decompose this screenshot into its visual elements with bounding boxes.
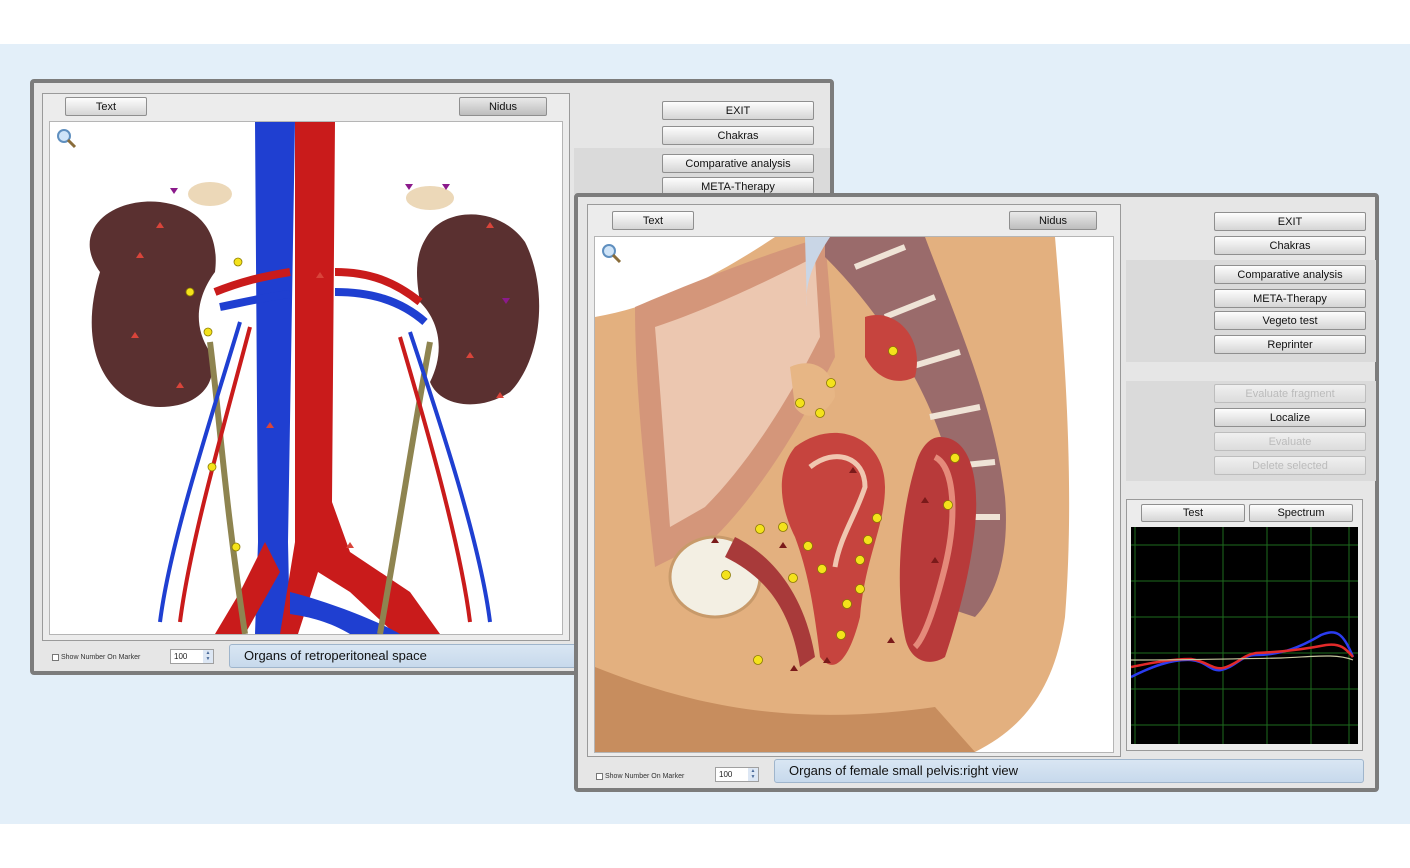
anatomy-canvas[interactable] <box>49 121 563 635</box>
spectrum-graph <box>1130 527 1358 744</box>
marker-number-spinbox-right[interactable]: 100 ▲ ▼ <box>715 767 759 782</box>
spectrum-button[interactable]: Spectrum <box>1249 504 1353 522</box>
spin-arrows-icon-right[interactable]: ▲ ▼ <box>748 768 758 781</box>
spectrum-panel: Test Spectrum <box>1126 499 1363 751</box>
spectrum-line-blue <box>1130 631 1355 679</box>
adrenal-right <box>406 186 454 210</box>
show-number-label: Show Number On Marker <box>61 654 141 661</box>
nidus-button[interactable]: Nidus <box>459 97 547 116</box>
show-number-checkbox-row[interactable]: Show Number On Marker <box>52 654 140 661</box>
localize-button[interactable]: Localize <box>1214 408 1366 427</box>
comparative-analysis-button-right[interactable]: Comparative analysis <box>1214 265 1366 284</box>
pelvis-illustration <box>595 237 1070 752</box>
delete-selected-button[interactable]: Delete selected <box>1214 456 1366 475</box>
text-button[interactable]: Text <box>65 97 147 116</box>
adrenal-left <box>188 182 232 206</box>
text-button-right[interactable]: Text <box>612 211 694 230</box>
chakras-button-right[interactable]: Chakras <box>1214 236 1366 255</box>
evaluate-fragment-button[interactable]: Evaluate fragment <box>1214 384 1366 403</box>
zoom-icon[interactable] <box>56 128 78 150</box>
ureter-left <box>207 341 248 634</box>
spin-arrows-icon[interactable]: ▲ ▼ <box>203 650 213 663</box>
spin-value: 100 <box>174 652 188 661</box>
vegeto-test-button[interactable]: Vegeto test <box>1214 311 1366 330</box>
zoom-icon-right[interactable] <box>601 243 623 265</box>
spectrum-plot <box>1130 527 1358 744</box>
female-pelvis-window: Text Nidus EXIT Chakras Comparative anal… <box>574 193 1379 792</box>
exit-button[interactable]: EXIT <box>662 101 814 120</box>
marker-number-spinbox[interactable]: 100 ▲ ▼ <box>170 649 214 664</box>
organ-caption-right: Organs of female small pelvis:right view <box>774 759 1364 783</box>
exit-button-right[interactable]: EXIT <box>1214 212 1366 231</box>
kidney-right <box>417 214 540 405</box>
reprinter-button[interactable]: Reprinter <box>1214 335 1366 354</box>
graph-grid <box>1131 527 1358 744</box>
test-button[interactable]: Test <box>1141 504 1245 522</box>
show-number-label-right: Show Number On Marker <box>605 773 685 780</box>
show-number-checkbox[interactable] <box>52 654 59 661</box>
comparative-analysis-button[interactable]: Comparative analysis <box>662 154 814 173</box>
chakras-button[interactable]: Chakras <box>662 126 814 145</box>
show-number-checkbox-right[interactable] <box>596 773 603 780</box>
viewer-panel-right: Text Nidus <box>587 204 1121 757</box>
viewer-panel: Text Nidus <box>42 93 570 641</box>
kidney-left <box>89 201 216 407</box>
meta-therapy-button-right[interactable]: META-Therapy <box>1214 289 1366 308</box>
nidus-button-right[interactable]: Nidus <box>1009 211 1097 230</box>
spin-value-right: 100 <box>719 770 733 779</box>
pelvis-canvas[interactable] <box>594 236 1114 753</box>
evaluate-button[interactable]: Evaluate <box>1214 432 1366 451</box>
retroperitoneal-illustration <box>89 122 540 634</box>
show-number-checkbox-row-right[interactable]: Show Number On Marker <box>596 773 684 780</box>
